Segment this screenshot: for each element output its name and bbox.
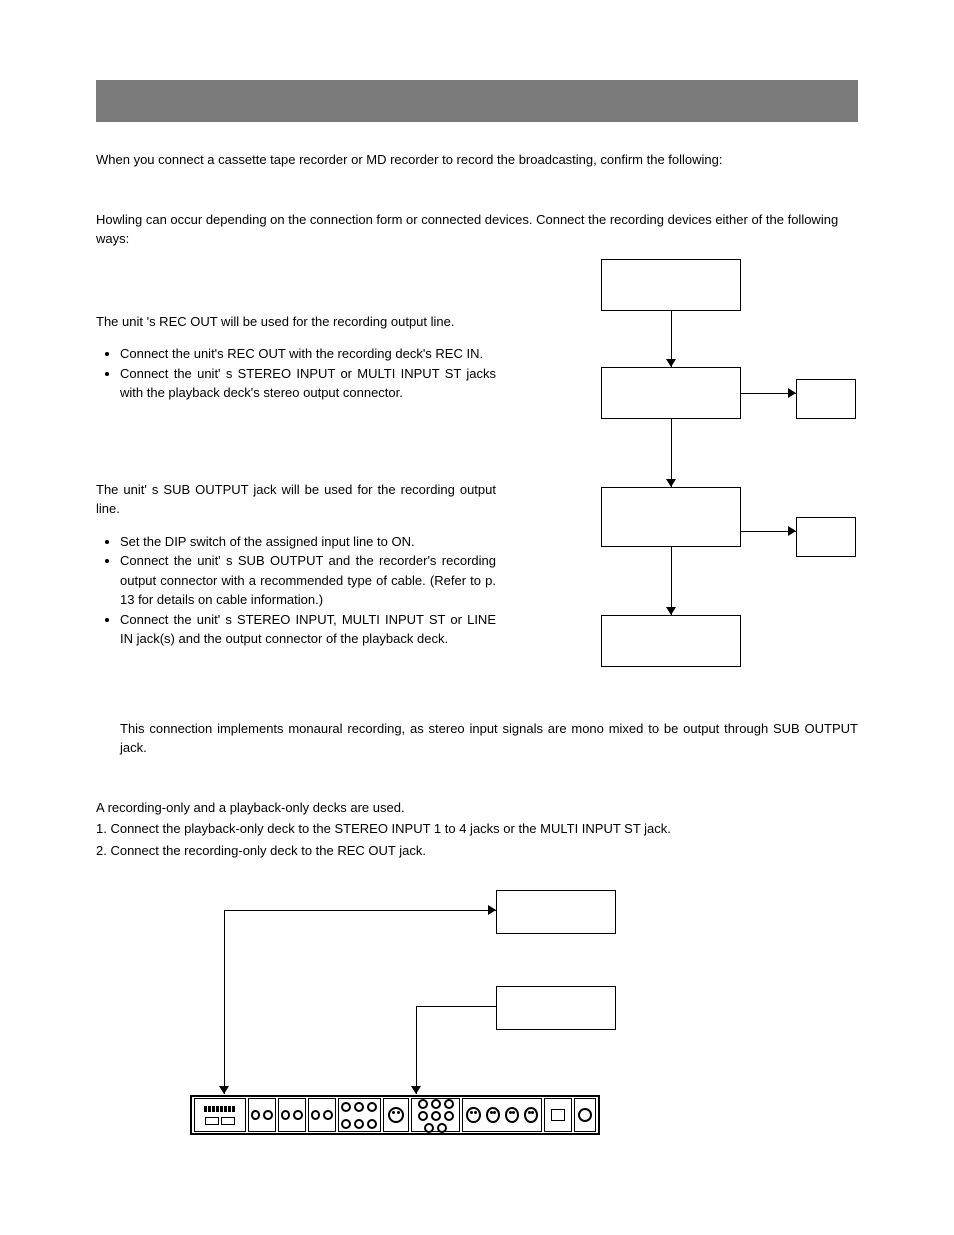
flowchart-box [601, 367, 741, 419]
arrow-down-icon [666, 479, 676, 487]
document-page: When you connect a cassette tape recorde… [0, 80, 954, 1200]
methods-two-column: The unit 's REC OUT will be used for the… [96, 259, 858, 689]
deck-step1: 1. Connect the playback-only deck to the… [96, 819, 858, 839]
xlr-jack-row [462, 1098, 542, 1132]
method2-bullet: Set the DIP switch of the assigned input… [120, 532, 496, 552]
header-band [96, 80, 858, 122]
howling-paragraph: Howling can occur depending on the conne… [96, 210, 858, 249]
flowchart-box-small [796, 517, 856, 557]
ground-lug [574, 1098, 596, 1132]
flowchart-box [601, 487, 741, 547]
method2-lead: The unit' s SUB OUTPUT jack will be used… [96, 480, 496, 519]
arrow-down-icon [666, 359, 676, 367]
flowchart-box [601, 259, 741, 311]
rca-jack-pair [248, 1098, 276, 1132]
arrow-right-icon [788, 388, 796, 398]
power-inlet [544, 1098, 572, 1132]
method2-bullet: Connect the unit' s SUB OUTPUT and the r… [120, 551, 496, 610]
xlr-jack [383, 1098, 409, 1132]
rca-jack-grid [338, 1098, 382, 1132]
method2-bullets: Set the DIP switch of the assigned input… [96, 532, 496, 649]
flowchart-box [601, 615, 741, 667]
method1-bullet: Connect the unit' s STEREO INPUT or MULT… [120, 364, 496, 403]
deck-section: A recording-only and a playback-only dec… [96, 798, 858, 1161]
intro-paragraph: When you connect a cassette tape recorde… [96, 150, 858, 170]
diagram-connector [416, 1006, 496, 1007]
content-area: When you connect a cassette tape recorde… [96, 150, 858, 1160]
arrow-down-icon [219, 1086, 229, 1094]
deck-step2: 2. Connect the recording-only deck to th… [96, 841, 858, 861]
methods-text-column: The unit 's REC OUT will be used for the… [96, 259, 496, 673]
flowchart-diagram [496, 259, 858, 689]
diagram-box [496, 890, 616, 934]
method1-bullet: Connect the unit's REC OUT with the reco… [120, 344, 496, 364]
method1-lead: The unit 's REC OUT will be used for the… [96, 312, 496, 332]
rca-jack-grid [411, 1098, 461, 1132]
method2-bullet: Connect the unit' s STEREO INPUT, MULTI … [120, 610, 496, 649]
rca-jack-pair [308, 1098, 336, 1132]
arrow-right-icon [788, 526, 796, 536]
connection-diagram [96, 890, 858, 1160]
flowchart-connector [671, 419, 672, 487]
deck-lead: A recording-only and a playback-only dec… [96, 798, 858, 818]
diagram-box [496, 986, 616, 1030]
diagram-connector [224, 910, 496, 911]
arrow-down-icon [411, 1086, 421, 1094]
flowchart-connector [671, 547, 672, 615]
diagram-connector [416, 1006, 417, 1094]
method1-bullets: Connect the unit's REC OUT with the reco… [96, 344, 496, 403]
arrow-right-icon [488, 905, 496, 915]
diagram-connector [224, 910, 225, 1094]
flowchart-box-small [796, 379, 856, 419]
dip-switch-section [194, 1098, 246, 1132]
unit-rear-panel-illustration [190, 1095, 600, 1135]
method2-note: This connection implements monaural reco… [120, 719, 858, 758]
rca-jack-pair [278, 1098, 306, 1132]
arrow-down-icon [666, 607, 676, 615]
